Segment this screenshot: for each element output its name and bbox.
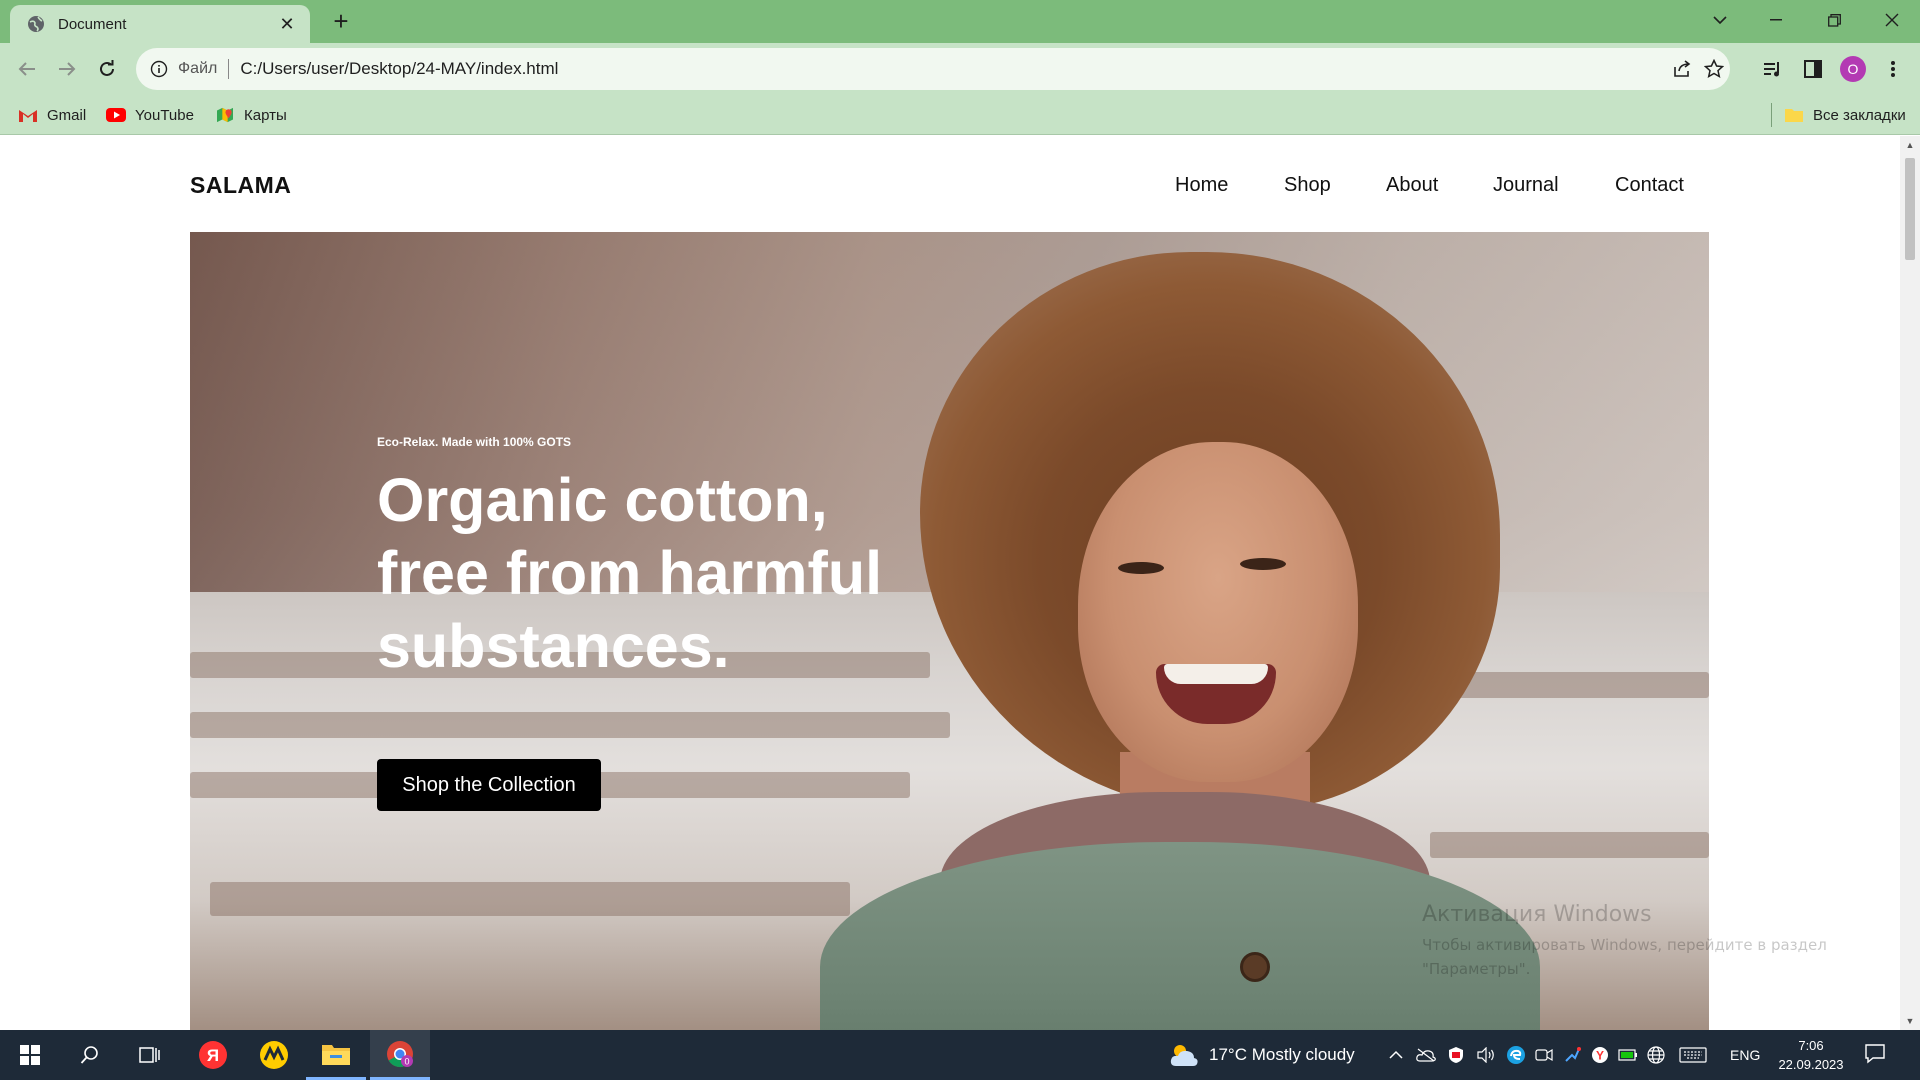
side-panel-icon[interactable] [1800, 56, 1826, 82]
hero-person-eye [1118, 562, 1164, 574]
folder-icon [1785, 109, 1803, 122]
activation-line-1: Чтобы активировать Windows, перейдите в … [1422, 936, 1827, 954]
svg-text:0: 0 [404, 1056, 409, 1066]
task-view-icon[interactable] [120, 1030, 180, 1080]
bookmark-label: Gmail [47, 106, 87, 124]
close-window-button[interactable] [1864, 0, 1920, 40]
maps-icon [217, 107, 233, 123]
media-controls-icon[interactable] [1760, 56, 1786, 82]
activation-line-2: "Параметры". [1422, 960, 1531, 978]
activation-title: Активация Windows [1422, 902, 1652, 927]
notification-center-icon[interactable] [1864, 1042, 1890, 1068]
chrome-taskbar-icon[interactable]: 0 [370, 1030, 430, 1080]
show-hidden-icons-icon[interactable] [1386, 1045, 1406, 1065]
weather-text[interactable]: 17°C Mostly cloudy [1209, 1045, 1355, 1065]
minimize-button[interactable] [1748, 0, 1804, 40]
bookmark-label: Карты [244, 106, 287, 124]
bookmark-gmail[interactable]: Gmail [18, 103, 86, 127]
hero-eyebrow: Eco-Relax. Made with 100% GOTS [377, 435, 572, 449]
scrollbar-thumb[interactable] [1905, 158, 1915, 260]
globe-icon [28, 16, 44, 32]
gmail-icon [19, 110, 37, 122]
hero-jacket-button [1240, 952, 1270, 982]
search-icon[interactable] [60, 1030, 120, 1080]
language-globe-icon[interactable] [1646, 1045, 1666, 1065]
back-arrow-icon[interactable] [12, 54, 42, 84]
nav-journal[interactable]: Journal [1493, 174, 1559, 197]
share-icon[interactable] [1670, 57, 1694, 81]
input-language[interactable]: ENG [1730, 1047, 1760, 1063]
hero-plank [1450, 672, 1709, 698]
profile-avatar[interactable]: O [1840, 56, 1866, 82]
svg-text:Я: Я [207, 1046, 219, 1065]
bookmark-maps[interactable]: Карты [215, 103, 287, 127]
menu-kebab-icon[interactable] [1880, 56, 1906, 82]
hero-person-eye [1240, 558, 1286, 570]
shop-collection-button[interactable]: Shop the Collection [377, 759, 601, 811]
battery-icon[interactable] [1618, 1045, 1638, 1065]
file-explorer-icon[interactable] [306, 1030, 366, 1080]
windows-logo-icon [20, 1045, 40, 1065]
hero-plank [1430, 832, 1709, 858]
tab-close-icon[interactable]: ✕ [276, 14, 298, 35]
scroll-up-icon[interactable]: ▲ [1905, 140, 1915, 150]
yandex-tray-icon[interactable]: Y [1590, 1045, 1610, 1065]
scroll-down-icon[interactable]: ▼ [1905, 1016, 1915, 1026]
forward-arrow-icon[interactable] [52, 54, 82, 84]
nav-contact[interactable]: Contact [1615, 174, 1684, 197]
restore-button[interactable] [1806, 0, 1862, 40]
reload-icon[interactable] [92, 54, 122, 84]
keyboard-icon[interactable] [1678, 1045, 1708, 1065]
bookmarks-divider [1771, 103, 1772, 127]
weather-cloud-icon[interactable] [1168, 1040, 1200, 1070]
nav-about[interactable]: About [1386, 174, 1438, 197]
nav-home[interactable]: Home [1175, 174, 1228, 197]
hero-title: Organic cotton, free from harmful substa… [377, 466, 883, 680]
start-button[interactable] [0, 1030, 60, 1080]
browser-toolbar: Файл C:/Users/user/Desktop/24-MAY/index.… [0, 43, 1920, 95]
address-separator [228, 59, 230, 79]
yandex-music-icon[interactable] [244, 1030, 304, 1080]
nav-shop[interactable]: Shop [1284, 174, 1331, 197]
bookmark-label: YouTube [135, 106, 194, 124]
meet-now-icon[interactable] [1534, 1045, 1554, 1065]
tab-search-icon[interactable] [1692, 0, 1748, 40]
tab-title: Document [58, 15, 127, 33]
all-bookmarks-button[interactable]: Все закладки [1784, 103, 1906, 127]
network-activity-icon[interactable] [1562, 1045, 1582, 1065]
youtube-icon [106, 108, 126, 122]
onedrive-icon[interactable] [1416, 1045, 1436, 1065]
site-logo[interactable]: SALAMA [190, 172, 291, 199]
page-viewport: SALAMA Home Shop About Journal Contact E… [0, 136, 1900, 1030]
windows-activation-watermark: Активация Windows Чтобы активировать Win… [1422, 902, 1827, 981]
clock-date: 22.09.2023 [1778, 1057, 1844, 1072]
bookmark-youtube[interactable]: YouTube [106, 103, 194, 127]
hero-plank [190, 712, 950, 738]
edge-icon[interactable] [1506, 1045, 1526, 1065]
system-clock[interactable]: 7:06 22.09.2023 [1778, 1036, 1844, 1074]
site-info-icon[interactable] [150, 60, 168, 78]
svg-text:Y: Y [1596, 1049, 1604, 1063]
address-url[interactable]: C:/Users/user/Desktop/24-MAY/index.html [240, 59, 558, 79]
address-scheme-label: Файл [178, 60, 218, 77]
bookmark-star-icon[interactable] [1702, 57, 1726, 81]
bookmarks-bar: Gmail YouTube Карты Все закладки [0, 95, 1920, 135]
volume-icon[interactable] [1476, 1045, 1496, 1065]
address-bar[interactable]: Файл C:/Users/user/Desktop/24-MAY/index.… [136, 48, 1730, 90]
security-shield-icon[interactable] [1446, 1045, 1466, 1065]
clock-time: 7:06 [1798, 1038, 1824, 1053]
hero-person-face [1078, 442, 1358, 782]
browser-tab-document[interactable]: Document ✕ [10, 5, 310, 43]
browser-tab-strip: Document ✕ + [0, 0, 1920, 43]
yandex-browser-icon[interactable]: Я [183, 1030, 243, 1080]
hero-plank [210, 882, 850, 916]
new-tab-button[interactable]: + [326, 7, 356, 35]
all-bookmarks-label: Все закладки [1813, 106, 1906, 124]
windows-taskbar: Я 0 17°C Mostly cloudy Y ENG 7:06 22.09.… [0, 1030, 1920, 1080]
page-scrollbar[interactable]: ▲ ▼ [1900, 136, 1920, 1030]
